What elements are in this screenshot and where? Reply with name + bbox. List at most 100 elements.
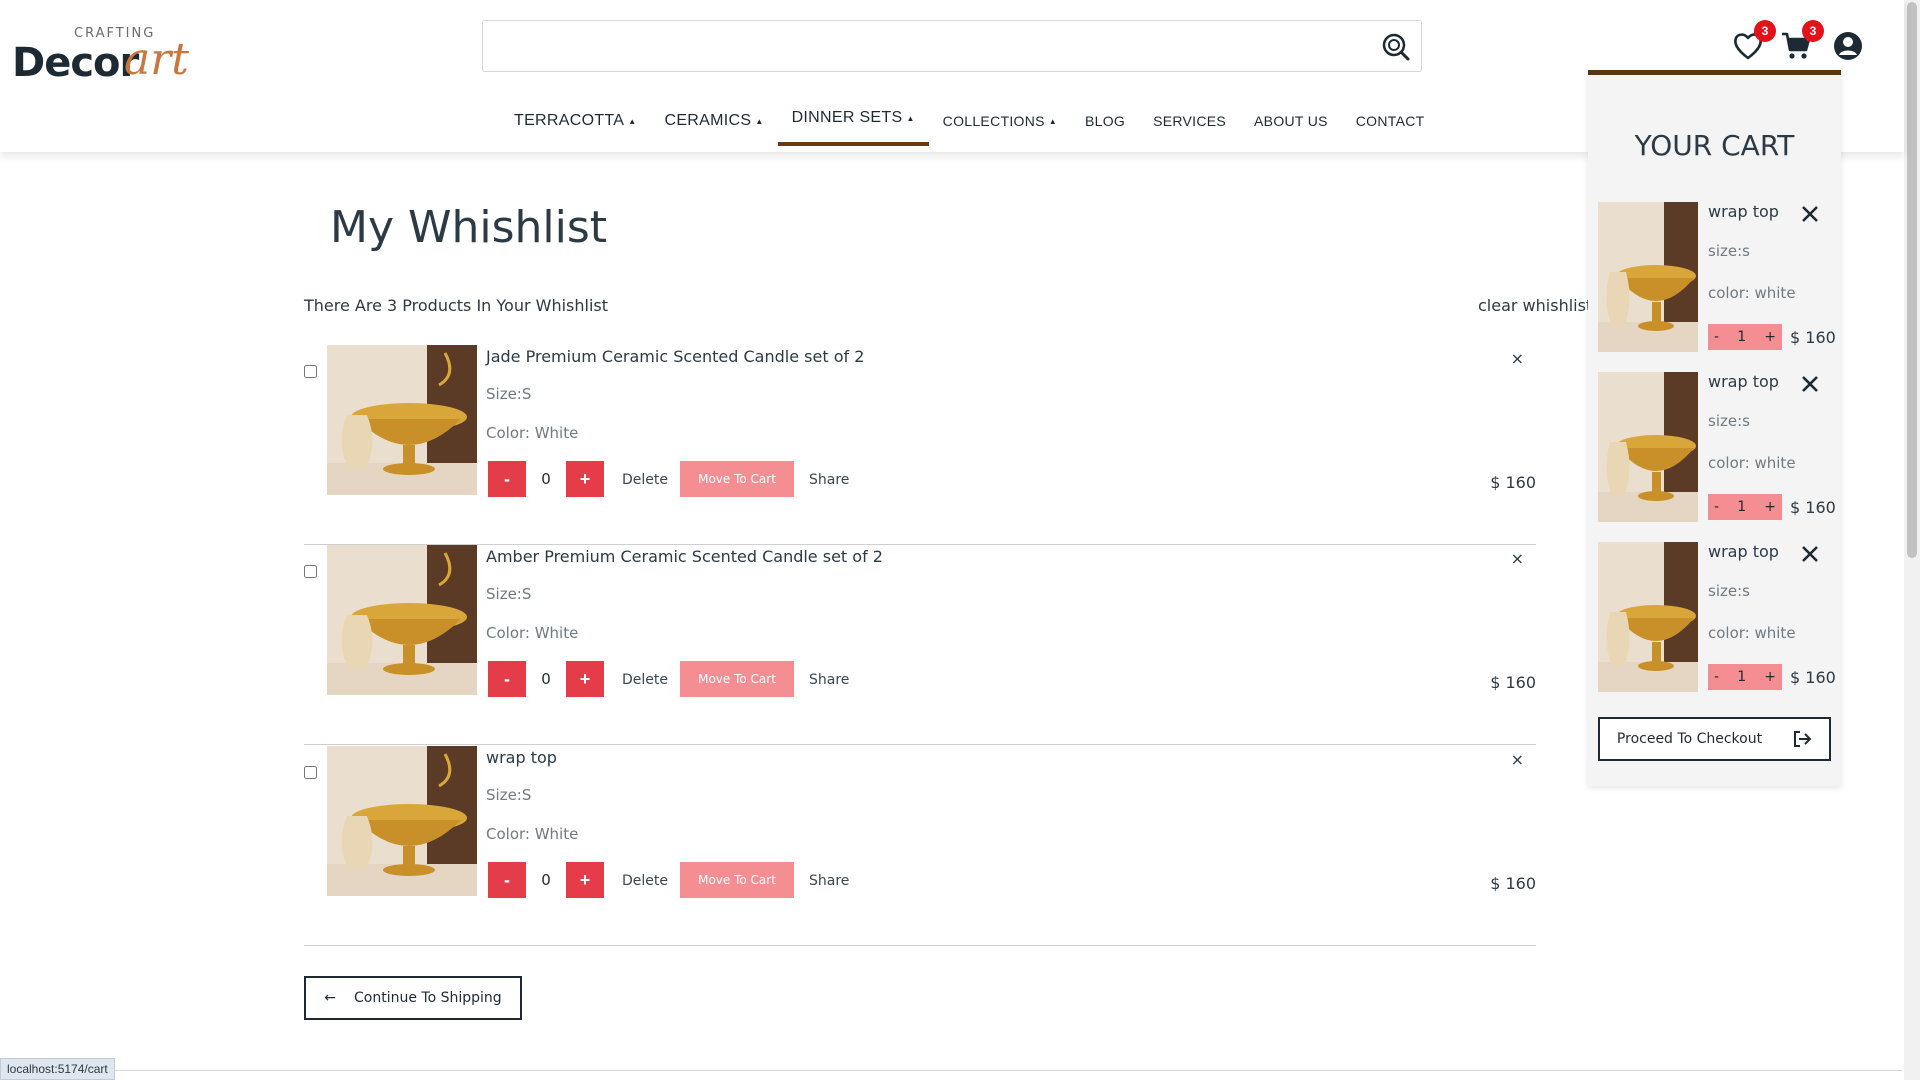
remove-item-icon[interactable]: × bbox=[1511, 750, 1524, 769]
nav-collections[interactable]: COLLECTIONS ▲ bbox=[929, 96, 1071, 146]
cart-item-name[interactable]: wrap top bbox=[1708, 202, 1779, 221]
cart-button[interactable]: 3 bbox=[1780, 20, 1824, 66]
brand-logo[interactable]: CRAFTING Decor art bbox=[12, 22, 192, 86]
decrease-qty-button[interactable]: - bbox=[488, 461, 526, 497]
quantity-value: 0 bbox=[541, 670, 551, 688]
quantity-stepper: - 0 + bbox=[488, 661, 604, 697]
item-price: $ 160 bbox=[1490, 473, 1536, 492]
caret-up-icon: ▲ bbox=[755, 116, 764, 126]
wishlist-item: wrap top Size:S Color: White - 0 + Delet… bbox=[304, 746, 1536, 946]
item-color: Color: White bbox=[486, 624, 579, 642]
item-color: Color: White bbox=[486, 424, 579, 442]
remove-item-icon[interactable]: × bbox=[1511, 549, 1524, 568]
item-size: Size:S bbox=[486, 385, 532, 403]
scrollbar-thumb[interactable] bbox=[1907, 2, 1917, 558]
proceed-to-checkout-button[interactable]: Proceed To Checkout bbox=[1598, 717, 1831, 761]
cart-decrease-button[interactable]: - bbox=[1714, 329, 1719, 345]
cart-increase-button[interactable]: + bbox=[1764, 669, 1776, 685]
cart-item-image bbox=[1598, 542, 1698, 692]
move-to-cart-button[interactable]: Move To Cart bbox=[680, 661, 794, 697]
delete-button[interactable]: Delete bbox=[622, 472, 668, 488]
share-button[interactable]: Share bbox=[809, 672, 849, 688]
nav-services-label: SERVICES bbox=[1153, 113, 1227, 129]
clear-wishlist-label: clear whishlist bbox=[1478, 296, 1592, 315]
nav-terracotta[interactable]: TERRACOTTA ▲ bbox=[500, 96, 650, 146]
cart-decrease-button[interactable]: - bbox=[1714, 669, 1719, 685]
nav-dinner-sets-label: DINNER SETS bbox=[791, 109, 903, 126]
nav-about-us[interactable]: ABOUT US bbox=[1240, 96, 1342, 146]
cart-item-price: $ 160 bbox=[1790, 498, 1836, 517]
cart-item: wrap top size:s color: white - 1 + $ 160 bbox=[1598, 202, 1838, 352]
remove-item-icon[interactable]: × bbox=[1511, 349, 1524, 368]
cart-item-name[interactable]: wrap top bbox=[1708, 542, 1779, 561]
quantity-stepper: - 0 + bbox=[488, 862, 604, 898]
page-scrollbar[interactable] bbox=[1904, 0, 1920, 1080]
close-icon[interactable] bbox=[1798, 372, 1822, 396]
increase-qty-button[interactable]: + bbox=[566, 661, 604, 697]
decrease-qty-button[interactable]: - bbox=[488, 862, 526, 898]
close-icon[interactable] bbox=[1798, 542, 1822, 566]
cart-panel: YOUR CART wrap top size:s color: white -… bbox=[1588, 70, 1841, 786]
nav-services[interactable]: SERVICES bbox=[1139, 96, 1240, 146]
item-select-checkbox[interactable] bbox=[304, 365, 317, 378]
item-name[interactable]: wrap top bbox=[486, 748, 557, 767]
increase-qty-button[interactable]: + bbox=[566, 461, 604, 497]
sign-out-arrow-icon bbox=[1794, 731, 1812, 747]
item-name[interactable]: Jade Premium Ceramic Scented Candle set … bbox=[486, 347, 864, 366]
cart-decrease-button[interactable]: - bbox=[1714, 499, 1719, 515]
delete-button[interactable]: Delete bbox=[622, 672, 668, 688]
share-button[interactable]: Share bbox=[809, 873, 849, 889]
quantity-value: 0 bbox=[541, 470, 551, 488]
cart-increase-button[interactable]: + bbox=[1764, 329, 1776, 345]
cart-item-size: size:s bbox=[1708, 412, 1750, 430]
nav-terracotta-label: TERRACOTTA bbox=[514, 112, 625, 129]
caret-up-icon: ▲ bbox=[1048, 116, 1057, 126]
nav-ceramics[interactable]: CERAMICS ▲ bbox=[650, 96, 777, 146]
cart-item-name[interactable]: wrap top bbox=[1708, 372, 1779, 391]
nav-blog[interactable]: BLOG bbox=[1071, 96, 1139, 146]
wishlist-button[interactable]: 3 bbox=[1732, 20, 1776, 66]
item-size: Size:S bbox=[486, 585, 532, 603]
continue-to-shipping-label: Continue To Shipping bbox=[354, 990, 502, 1006]
cart-item-price: $ 160 bbox=[1790, 328, 1836, 347]
caret-up-icon: ▲ bbox=[628, 116, 637, 126]
nav-contact[interactable]: CONTACT bbox=[1342, 96, 1439, 146]
nav-about-us-label: ABOUT US bbox=[1254, 113, 1328, 129]
browser-status-url: localhost:5174/cart bbox=[0, 1058, 115, 1080]
clear-wishlist-button[interactable]: clear whishlist bbox=[1472, 296, 1592, 315]
cart-increase-button[interactable]: + bbox=[1764, 499, 1776, 515]
wishlist-item: Amber Premium Ceramic Scented Candle set… bbox=[304, 545, 1536, 745]
arrow-left-icon: ← bbox=[324, 990, 337, 1006]
decrease-qty-button[interactable]: - bbox=[488, 661, 526, 697]
item-name[interactable]: Amber Premium Ceramic Scented Candle set… bbox=[486, 547, 883, 566]
share-button[interactable]: Share bbox=[809, 472, 849, 488]
cart-item: wrap top size:s color: white - 1 + $ 160 bbox=[1598, 372, 1838, 522]
nav-dinner-sets[interactable]: DINNER SETS ▲ bbox=[777, 93, 929, 146]
item-color: Color: White bbox=[486, 825, 579, 843]
cart-item-size: size:s bbox=[1708, 242, 1750, 260]
delete-button[interactable]: Delete bbox=[622, 873, 668, 889]
search-icon[interactable] bbox=[1381, 32, 1411, 62]
increase-qty-button[interactable]: + bbox=[566, 862, 604, 898]
item-select-checkbox[interactable] bbox=[304, 565, 317, 578]
account-button[interactable] bbox=[1832, 30, 1868, 66]
nav-blog-label: BLOG bbox=[1084, 113, 1126, 129]
wishlist-count-badge: 3 bbox=[1754, 20, 1776, 42]
move-to-cart-button[interactable]: Move To Cart bbox=[680, 461, 794, 497]
item-size: Size:S bbox=[486, 786, 532, 804]
cart-title: YOUR CART bbox=[1634, 129, 1795, 162]
item-select-checkbox[interactable] bbox=[304, 766, 317, 779]
main-nav: TERRACOTTA ▲ CERAMICS ▲ DINNER SETS ▲ COLLE… bbox=[500, 96, 1439, 146]
close-icon[interactable] bbox=[1798, 202, 1822, 226]
footer-divider bbox=[112, 1070, 1902, 1071]
header-icons: 3 3 bbox=[1654, 20, 1904, 70]
cart-item-price: $ 160 bbox=[1790, 668, 1836, 687]
proceed-to-checkout-label: Proceed To Checkout bbox=[1616, 731, 1763, 747]
cart-quantity-value: 1 bbox=[1737, 329, 1747, 345]
search-input[interactable] bbox=[483, 21, 1363, 71]
continue-to-shipping-button[interactable]: ← Continue To Shipping bbox=[304, 976, 522, 1020]
product-image bbox=[327, 345, 477, 495]
cart-item-image bbox=[1598, 202, 1698, 352]
move-to-cart-button[interactable]: Move To Cart bbox=[680, 862, 794, 898]
cart-item: wrap top size:s color: white - 1 + $ 160 bbox=[1598, 542, 1838, 692]
